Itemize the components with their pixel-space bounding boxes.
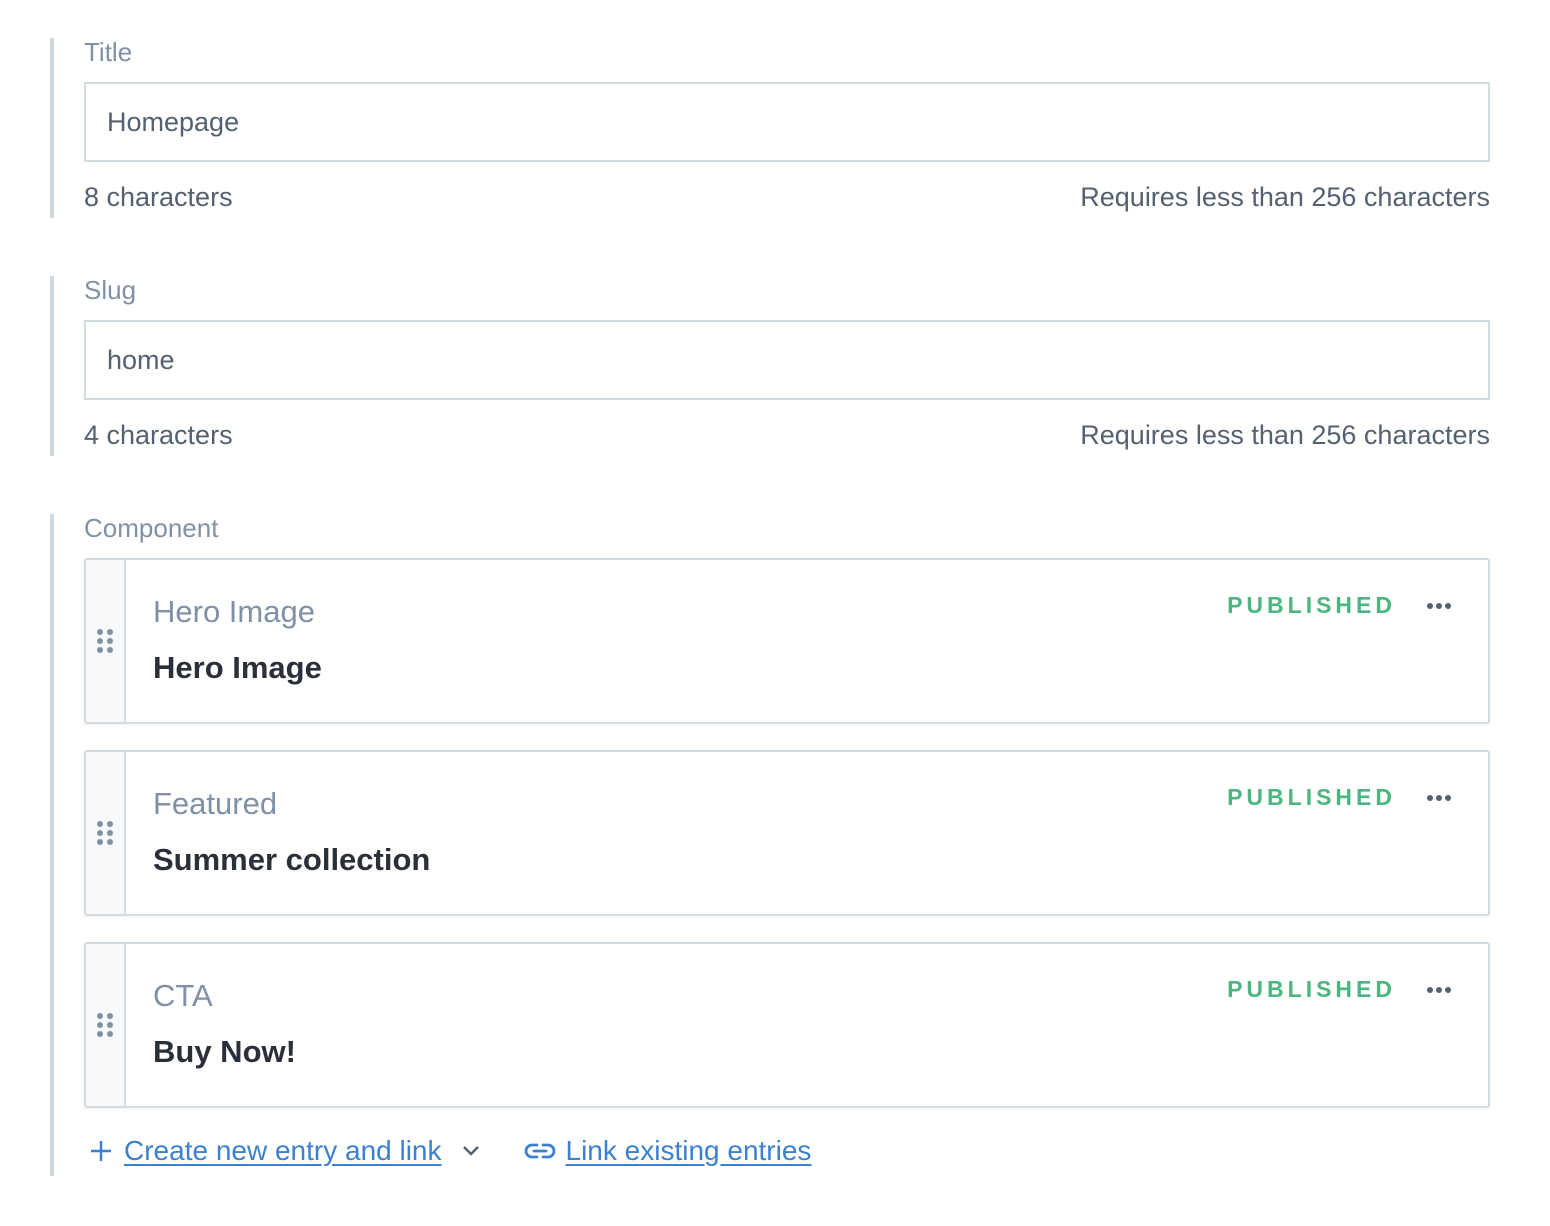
title-char-count: 8 characters: [84, 182, 233, 212]
drag-handle[interactable]: [86, 752, 126, 914]
title-help-row: 8 characters Requires less than 256 char…: [84, 180, 1490, 214]
slug-label: Slug: [84, 275, 137, 305]
entry-body: CTA Buy Now! PUBLISHED: [126, 944, 1488, 1106]
status-badge: PUBLISHED: [1227, 976, 1396, 1002]
more-actions-button[interactable]: [1424, 786, 1454, 810]
more-actions-button[interactable]: [1424, 594, 1454, 618]
create-new-entry-link[interactable]: Create new entry and link: [124, 1135, 442, 1167]
slug-char-count: 4 characters: [84, 420, 233, 450]
chevron-down-icon[interactable]: [462, 1145, 480, 1157]
drag-handle[interactable]: [86, 560, 126, 722]
drag-handle-icon: [97, 821, 113, 845]
entry-card[interactable]: CTA Buy Now! PUBLISHED: [84, 942, 1490, 1108]
status-badge: PUBLISHED: [1227, 592, 1396, 618]
more-horizontal-icon: [1427, 603, 1451, 609]
component-label: Component: [84, 513, 219, 543]
entry-actions: Create new entry and link Link existing …: [84, 1126, 1490, 1176]
slug-constraint: Requires less than 256 characters: [1080, 420, 1490, 450]
slug-field: Slug 4 characters Requires less than 256…: [50, 275, 1490, 456]
drag-handle[interactable]: [86, 944, 126, 1106]
entry-body: Hero Image Hero Image PUBLISHED: [126, 560, 1488, 722]
link-existing-entries-link[interactable]: Link existing entries: [566, 1135, 812, 1167]
more-horizontal-icon: [1427, 795, 1451, 801]
title-field: Title 8 characters Requires less than 25…: [50, 37, 1490, 218]
drag-handle-icon: [97, 1013, 113, 1037]
entry-title: Buy Now!: [153, 1034, 296, 1069]
entry-card[interactable]: Hero Image Hero Image PUBLISHED: [84, 558, 1490, 724]
more-actions-button[interactable]: [1424, 978, 1454, 1002]
slug-input[interactable]: [84, 320, 1490, 400]
component-field: Component Hero Image Hero Image PUBLISHE…: [50, 513, 1490, 1176]
link-icon: [524, 1142, 556, 1160]
status-badge: PUBLISHED: [1227, 784, 1396, 810]
more-horizontal-icon: [1427, 987, 1451, 993]
entry-title: Summer collection: [153, 842, 431, 877]
entry-card[interactable]: Featured Summer collection PUBLISHED: [84, 750, 1490, 916]
title-label: Title: [84, 37, 133, 67]
title-input[interactable]: [84, 82, 1490, 162]
drag-handle-icon: [97, 629, 113, 653]
slug-help-row: 4 characters Requires less than 256 char…: [84, 418, 1490, 452]
entry-title: Hero Image: [153, 650, 322, 685]
plus-icon: [90, 1140, 112, 1162]
entry-body: Featured Summer collection PUBLISHED: [126, 752, 1488, 914]
title-constraint: Requires less than 256 characters: [1080, 182, 1490, 212]
entry-list: Hero Image Hero Image PUBLISHED Featured…: [84, 558, 1490, 1108]
